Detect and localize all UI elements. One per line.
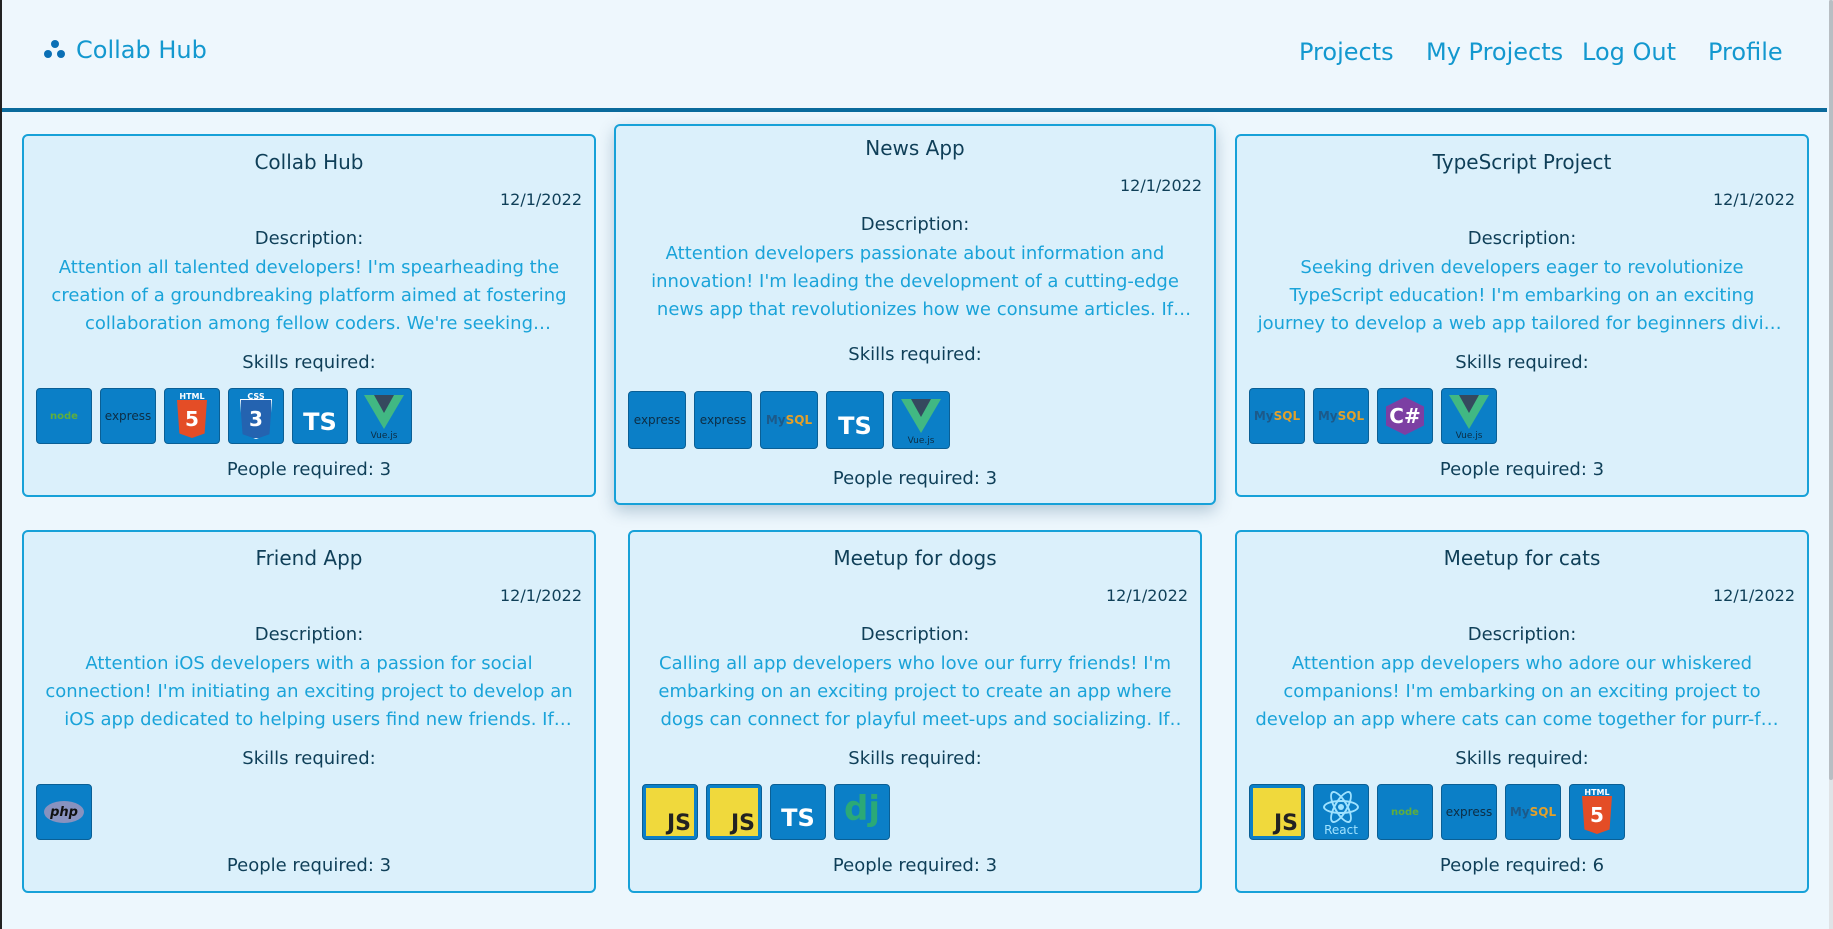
card-description: Calling all app developers who love our … (658, 653, 1172, 730)
card-date: 12/1/2022 (1119, 176, 1202, 195)
skill-mysql-icon: MySQL (1313, 388, 1369, 444)
card-date: 12/1/2022 (1105, 586, 1188, 605)
skill-express-icon: express (1441, 784, 1497, 840)
skill-typescript-icon: TS (292, 388, 348, 444)
collab-hub-logo-icon (44, 40, 66, 60)
ts-logo-text: TS (781, 804, 815, 832)
skill-javascript-icon: JS (1249, 784, 1305, 840)
card-title: Meetup for dogs (833, 546, 997, 570)
ts-logo-text: TS (303, 408, 337, 436)
skill-vue-icon: Vue.js (1441, 388, 1497, 444)
project-card[interactable]: Meetup for dogs 12/1/2022 Description: C… (628, 530, 1202, 893)
skills-label: Skills required: (1455, 352, 1589, 373)
brand-link[interactable]: Collab Hub (44, 36, 207, 64)
people-required: People required: 3 (226, 459, 392, 480)
js-logo-text: JS (1273, 811, 1298, 836)
skill-typescript-icon: TS (826, 391, 884, 449)
project-card[interactable]: Collab Hub 12/1/2022 Description: Attent… (22, 134, 596, 497)
project-card[interactable]: Friend App 12/1/2022 Description: Attent… (22, 530, 596, 893)
brand-label: Collab Hub (76, 36, 207, 64)
description-label: Description: (1467, 228, 1577, 249)
skill-express-icon: express (100, 388, 156, 444)
card-date: 12/1/2022 (1712, 586, 1795, 605)
skills-label: Skills required: (848, 748, 982, 769)
card-date: 12/1/2022 (499, 190, 582, 209)
card-title: TypeScript Project (1432, 150, 1612, 174)
skill-php-icon: php (36, 784, 92, 840)
skill-javascript-icon: JS (706, 784, 762, 840)
skills-label: Skills required: (1455, 748, 1589, 769)
card-title: Friend App (255, 546, 363, 570)
description-label: Description: (254, 228, 364, 249)
skills-label: Skills required: (242, 352, 376, 373)
project-card[interactable]: News App 12/1/2022 Description: Attentio… (614, 124, 1216, 505)
nav-link-projects[interactable]: Projects (1299, 38, 1394, 66)
skill-mysql-icon: MySQL (1249, 388, 1305, 444)
description-label: Description: (860, 214, 970, 235)
people-required: People required: 6 (1439, 855, 1605, 876)
skill-javascript-icon: JS (642, 784, 698, 840)
express-logo-text: express (633, 413, 681, 427)
skill-mysql-icon: MySQL (760, 391, 818, 449)
skill-vue-icon: Vue.js (356, 388, 412, 444)
card-date: 12/1/2022 (1712, 190, 1795, 209)
skills-list: express express MySQL TS Vue.js (628, 391, 950, 449)
window-left-edge (0, 0, 2, 929)
ts-logo-text: TS (838, 412, 872, 440)
people-required: People required: 3 (832, 468, 998, 489)
card-description: Attention developers passionate about in… (651, 243, 1179, 320)
page-scrollbar-thumb[interactable] (1829, 0, 1833, 780)
skills-list: node express HTML 5 CSS 3 TS Vue.js (36, 388, 412, 444)
card-title: Meetup for cats (1443, 546, 1601, 570)
skills-list: MySQL MySQL C# Vue.js (1249, 388, 1497, 444)
js-logo-text: JS (730, 811, 755, 836)
card-description: Attention all talented developers! I'm s… (51, 257, 567, 334)
people-required: People required: 3 (1439, 459, 1605, 480)
card-description: Attention iOS developers with a passion … (45, 653, 573, 730)
skills-label: Skills required: (242, 748, 376, 769)
description-label: Description: (1467, 624, 1577, 645)
nav-link-profile[interactable]: Profile (1708, 38, 1783, 66)
js-logo-text: JS (666, 811, 691, 836)
card-description: Attention app developers who adore our w… (1255, 653, 1789, 730)
nav-link-my-projects[interactable]: My Projects (1426, 38, 1563, 66)
skill-html5-icon: HTML 5 (164, 388, 220, 444)
card-title: Collab Hub (254, 150, 364, 174)
node-logo-text: node (50, 410, 78, 422)
express-logo-text: express (699, 413, 747, 427)
skill-django-icon: dj (834, 784, 890, 840)
card-date: 12/1/2022 (499, 586, 582, 605)
express-logo-text: express (1445, 805, 1493, 819)
skill-node-icon: node (36, 388, 92, 444)
nav-link-log-out[interactable]: Log Out (1582, 38, 1676, 66)
skill-css3-icon: CSS 3 (228, 388, 284, 444)
card-title: News App (865, 136, 965, 160)
page-scrollbar-track[interactable] (1829, 0, 1833, 929)
skills-list: php (36, 784, 92, 840)
skills-list: JS React node express MySQL HTML 5 (1249, 784, 1625, 840)
people-required: People required: 3 (226, 855, 392, 876)
project-card[interactable]: Meetup for cats 12/1/2022 Description: A… (1235, 530, 1809, 893)
skill-vue-icon: Vue.js (892, 391, 950, 449)
skill-mysql-icon: MySQL (1505, 784, 1561, 840)
description-label: Description: (860, 624, 970, 645)
skill-typescript-icon: TS (770, 784, 826, 840)
top-navbar: Collab Hub Projects My Projects Log Out … (2, 0, 1827, 112)
project-card[interactable]: TypeScript Project 12/1/2022 Description… (1235, 134, 1809, 497)
people-required: People required: 3 (832, 855, 998, 876)
skill-express-icon: express (694, 391, 752, 449)
card-description: Seeking driven developers eager to revol… (1257, 257, 1787, 334)
express-logo-text: express (104, 409, 152, 423)
skill-csharp-icon: C# (1377, 388, 1433, 444)
skills-label: Skills required: (848, 344, 982, 365)
skill-html5-icon: HTML 5 (1569, 784, 1625, 840)
description-label: Description: (254, 624, 364, 645)
skill-react-icon: React (1313, 784, 1369, 840)
skill-express-icon: express (628, 391, 686, 449)
skills-list: JS JS TS dj (642, 784, 890, 840)
node-logo-text: node (1391, 806, 1419, 818)
skill-node-icon: node (1377, 784, 1433, 840)
